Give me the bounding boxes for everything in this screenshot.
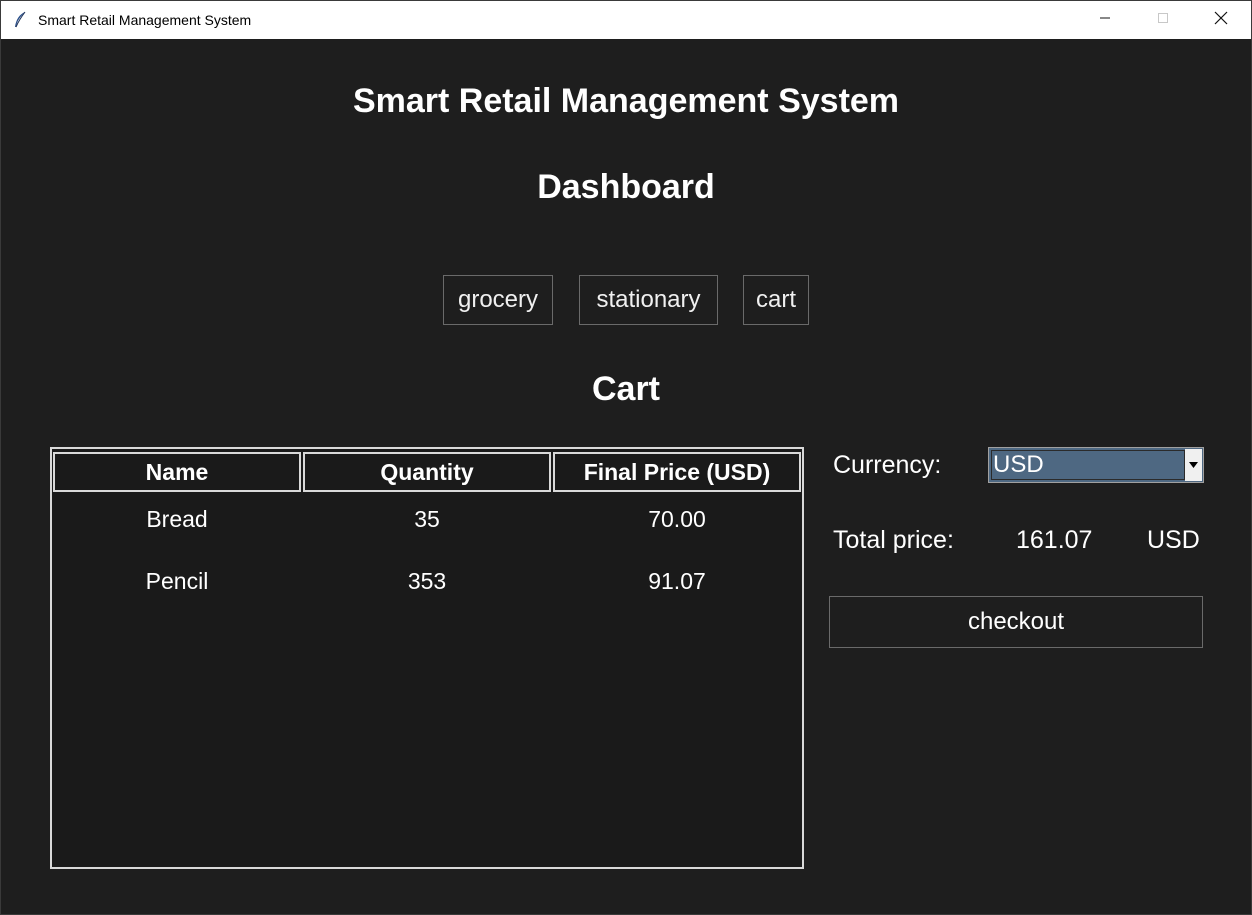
total-price-value: 161.07: [1016, 526, 1093, 554]
dashboard-title: Dashboard: [537, 168, 715, 206]
minimize-button[interactable]: [1082, 1, 1128, 39]
checkout-button[interactable]: checkout: [829, 596, 1203, 648]
total-price-label: Total price:: [833, 526, 954, 554]
currency-select-value[interactable]: USD: [991, 450, 1185, 480]
currency-select[interactable]: USD: [988, 447, 1204, 483]
column-header-final-price[interactable]: Final Price (USD): [553, 452, 801, 492]
app-title: Smart Retail Management System: [352, 82, 900, 120]
cell-quantity: 353: [407, 568, 447, 594]
main-content: Smart Retail Management System Dashboard…: [1, 40, 1251, 914]
column-header-name[interactable]: Name: [53, 452, 301, 492]
maximize-button[interactable]: [1140, 1, 1186, 39]
cell-name: Bread: [146, 506, 208, 532]
column-header-quantity[interactable]: Quantity: [303, 452, 551, 492]
close-icon: [1214, 11, 1228, 30]
cell-quantity: 35: [414, 506, 440, 532]
window-title: Smart Retail Management System: [38, 12, 252, 28]
maximize-icon: [1157, 11, 1169, 29]
currency-label: Currency:: [833, 451, 942, 479]
total-price-currency: USD: [1147, 526, 1200, 554]
cart-title: Cart: [591, 370, 661, 408]
cell-name: Pencil: [145, 568, 209, 594]
cart-table[interactable]: Name Quantity Final Price (USD) Bread 35…: [50, 447, 804, 869]
table-row[interactable]: Pencil 353 91.07: [52, 568, 802, 608]
feather-icon: [13, 11, 27, 29]
cell-final-price: 91.07: [648, 568, 706, 594]
title-bar: Smart Retail Management System: [1, 1, 1251, 39]
table-row[interactable]: Bread 35 70.00: [52, 506, 802, 546]
app-window: Smart Retail Management System Smart Ret…: [0, 0, 1252, 915]
stationary-button[interactable]: stationary: [579, 275, 718, 325]
cell-final-price: 70.00: [648, 506, 706, 532]
minimize-icon: [1099, 11, 1111, 29]
dropdown-arrow-icon[interactable]: [1185, 449, 1202, 481]
close-button[interactable]: [1198, 1, 1244, 39]
grocery-button[interactable]: grocery: [443, 275, 553, 325]
cart-button[interactable]: cart: [743, 275, 809, 325]
